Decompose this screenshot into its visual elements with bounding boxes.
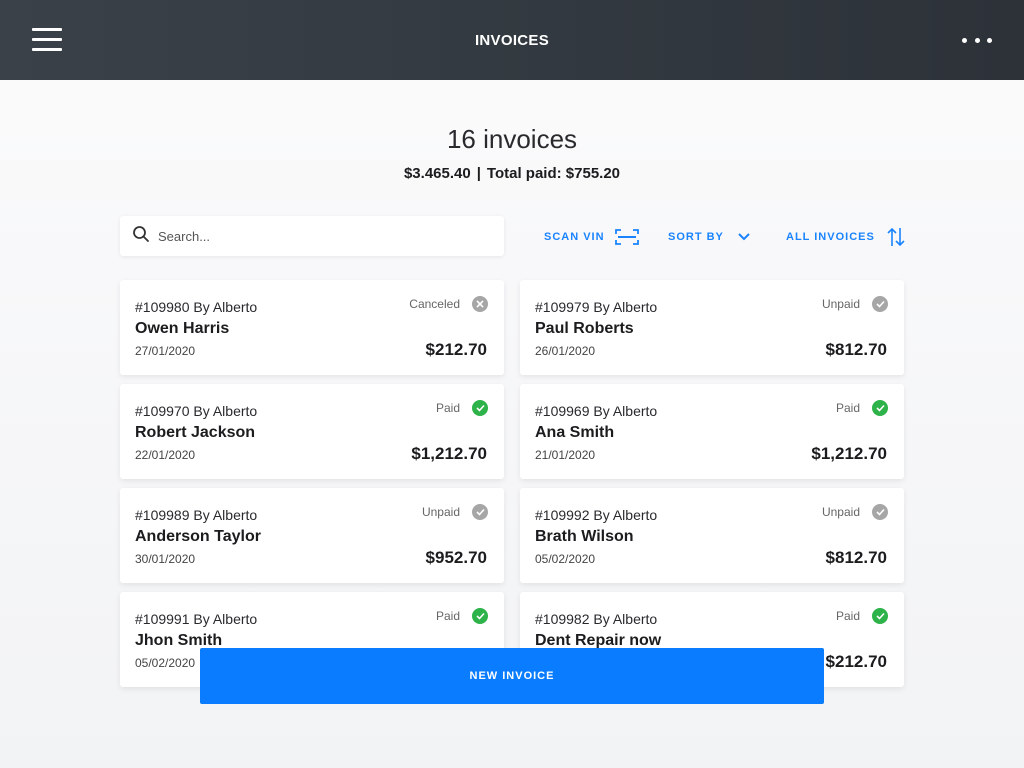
check-icon bbox=[472, 400, 488, 416]
invoice-number: #109982 By Alberto bbox=[535, 611, 658, 627]
sort-by-label: SORT BY bbox=[668, 231, 724, 243]
invoice-date: 21/01/2020 bbox=[535, 448, 596, 462]
invoice-amount: $812.70 bbox=[825, 548, 887, 567]
invoice-number: #109992 By Alberto bbox=[535, 507, 658, 523]
customer-name: Paul Roberts bbox=[535, 320, 634, 337]
customer-name: Brath Wilson bbox=[535, 528, 634, 545]
cancel-icon bbox=[472, 296, 488, 312]
check-icon bbox=[472, 608, 488, 624]
more-options-icon[interactable] bbox=[962, 30, 992, 50]
invoice-amount: $1,212.70 bbox=[811, 444, 887, 463]
status-label: Canceled bbox=[409, 297, 460, 311]
invoice-number: #109980 By Alberto bbox=[135, 299, 258, 315]
totals-line: $3.465.40 | Total paid: $755.20 bbox=[0, 165, 1024, 182]
hamburger-menu-icon[interactable] bbox=[32, 26, 64, 54]
status-label: Paid bbox=[435, 609, 460, 623]
status-badge: Paid bbox=[436, 608, 488, 624]
status-badge: Unpaid bbox=[822, 296, 888, 312]
status-label: Paid bbox=[435, 401, 460, 415]
customer-name: Ana Smith bbox=[535, 424, 615, 441]
check-icon bbox=[872, 400, 888, 416]
status-label: Unpaid bbox=[821, 505, 860, 519]
invoice-number: #109991 By Alberto bbox=[135, 611, 258, 627]
new-invoice-button[interactable]: NEW INVOICE bbox=[200, 648, 824, 704]
status-label: Paid bbox=[835, 401, 860, 415]
invoice-amount: $212.70 bbox=[425, 340, 487, 359]
customer-name: Anderson Taylor bbox=[135, 528, 261, 545]
invoice-number: #109969 By Alberto bbox=[535, 403, 658, 419]
check-icon bbox=[872, 608, 888, 624]
barcode-scan-icon bbox=[614, 229, 639, 245]
total-amount: $3.465.40 bbox=[403, 165, 471, 182]
check-icon bbox=[872, 504, 888, 520]
totals-separator: | bbox=[476, 165, 481, 182]
invoice-card[interactable]: #109980 By Alberto Owen Harris 27/01/2020 C… bbox=[120, 280, 504, 375]
invoice-date: 05/02/2020 bbox=[135, 656, 196, 670]
invoice-number: #109970 By Alberto bbox=[135, 403, 258, 419]
status-badge: Paid bbox=[836, 400, 888, 416]
status-badge: Unpaid bbox=[822, 504, 888, 520]
invoice-card[interactable]: #109989 By Alberto Anderson Taylor 30/01/2… bbox=[120, 488, 504, 583]
sort-arrows-icon bbox=[887, 227, 905, 247]
status-badge: Canceled bbox=[409, 296, 488, 312]
invoice-amount: $812.70 bbox=[825, 340, 887, 359]
invoice-amount: $1,212.70 bbox=[411, 444, 487, 463]
search-icon bbox=[132, 225, 150, 248]
status-badge: Paid bbox=[436, 400, 488, 416]
check-icon bbox=[472, 504, 488, 520]
sort-by-dropdown[interactable]: SORT BY bbox=[668, 226, 750, 248]
all-invoices-filter[interactable]: ALL INVOICES bbox=[786, 226, 905, 248]
invoice-number: #109989 By Alberto bbox=[135, 507, 258, 523]
all-invoices-label: ALL INVOICES bbox=[786, 231, 875, 243]
status-badge: Unpaid bbox=[422, 504, 488, 520]
invoice-date: 26/01/2020 bbox=[535, 344, 596, 358]
search-box[interactable] bbox=[120, 216, 504, 256]
invoice-card[interactable]: #109992 By Alberto Brath Wilson 05/02/2020… bbox=[520, 488, 904, 583]
chevron-down-icon bbox=[738, 233, 750, 241]
invoice-amount: $212.70 bbox=[825, 652, 887, 671]
total-paid: Total paid: $755.20 bbox=[486, 165, 621, 182]
top-bar: INVOICES bbox=[0, 0, 1024, 80]
scan-vin-button[interactable]: SCAN VIN bbox=[544, 226, 639, 248]
status-label: Unpaid bbox=[421, 505, 460, 519]
status-label: Paid bbox=[835, 609, 860, 623]
invoice-date: 30/01/2020 bbox=[135, 552, 196, 566]
invoice-card[interactable]: #109970 By Alberto Robert Jackson 22/01/20… bbox=[120, 384, 504, 479]
invoice-summary: 16 invoices $3.465.40 | Total paid: $755.2… bbox=[0, 124, 1024, 182]
customer-name: Owen Harris bbox=[135, 320, 230, 337]
scan-vin-label: SCAN VIN bbox=[544, 231, 605, 243]
customer-name: Robert Jackson bbox=[135, 424, 256, 441]
invoice-card[interactable]: #109969 By Alberto Ana Smith 21/01/2020 Pai… bbox=[520, 384, 904, 479]
search-input[interactable] bbox=[158, 228, 478, 244]
invoice-date: 05/02/2020 bbox=[535, 552, 596, 566]
check-icon bbox=[872, 296, 888, 312]
status-label: Unpaid bbox=[821, 297, 860, 311]
page-title: INVOICES bbox=[474, 31, 550, 49]
invoice-number: #109979 By Alberto bbox=[535, 299, 658, 315]
status-badge: Paid bbox=[836, 608, 888, 624]
invoice-date: 22/01/2020 bbox=[135, 448, 196, 462]
invoice-amount: $952.70 bbox=[425, 548, 487, 567]
invoice-card[interactable]: #109979 By Alberto Paul Roberts 26/01/2020… bbox=[520, 280, 904, 375]
invoice-count: 16 invoices bbox=[446, 124, 578, 154]
invoice-date: 27/01/2020 bbox=[135, 344, 196, 358]
